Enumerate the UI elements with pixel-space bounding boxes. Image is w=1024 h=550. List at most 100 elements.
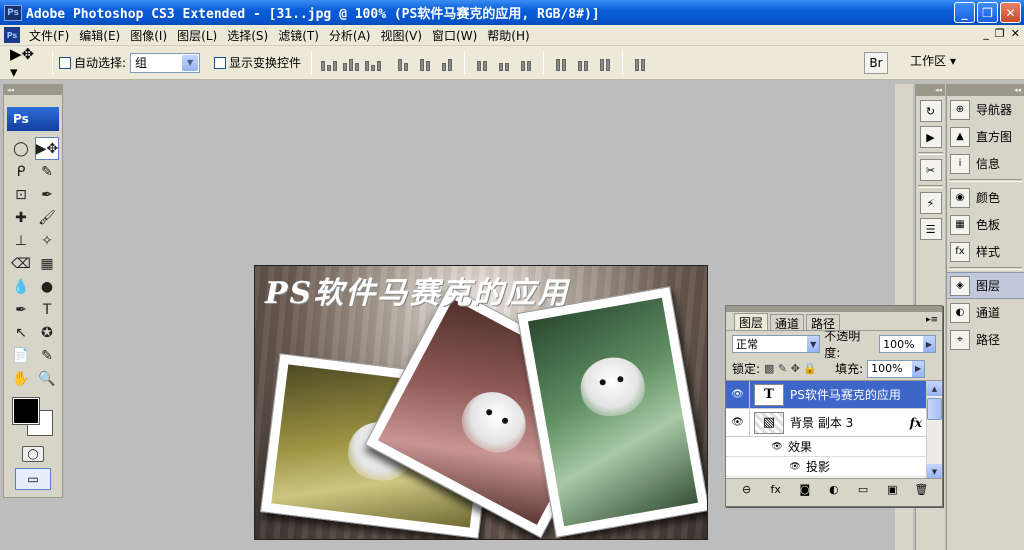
type-tool-icon[interactable]: T bbox=[35, 298, 59, 321]
layers-scrollbar[interactable]: ▲ ▼ bbox=[926, 381, 942, 478]
custom-shape-tool-icon[interactable]: ✪ bbox=[35, 321, 59, 344]
notes-tool-icon[interactable]: 📄 bbox=[9, 344, 33, 367]
lasso-tool-icon[interactable]: ᑭ bbox=[9, 160, 33, 183]
doc-restore-button[interactable]: ❐ bbox=[995, 27, 1005, 40]
align-hcenter-icon[interactable] bbox=[416, 55, 434, 71]
menu-layer[interactable]: 图层(L) bbox=[172, 27, 222, 44]
distribute-top-icon[interactable] bbox=[473, 55, 491, 71]
eraser-tool-icon[interactable]: ⌫ bbox=[9, 252, 33, 275]
align-bottom-icon[interactable] bbox=[364, 55, 382, 71]
screen-mode-icon[interactable]: ▭ bbox=[15, 468, 51, 490]
styles-panel-button[interactable]: fx 样式 bbox=[947, 238, 1024, 265]
scroll-up-icon[interactable]: ▲ bbox=[927, 381, 942, 396]
bridge-icon[interactable]: Br bbox=[864, 52, 888, 74]
zoom-tool-icon[interactable]: 🔍 bbox=[35, 367, 59, 390]
show-transform-option[interactable]: 显示变换控件 bbox=[214, 54, 301, 71]
align-right-icon[interactable] bbox=[438, 55, 456, 71]
tool-preset-picker[interactable]: ▶✥ ▾ bbox=[10, 45, 46, 81]
dodge-tool-icon[interactable]: ● bbox=[35, 275, 59, 298]
dock-collapse[interactable]: ◂◂ bbox=[916, 84, 945, 96]
channels-panel-button[interactable]: ◐ 通道 bbox=[947, 299, 1024, 326]
crop-tool-icon[interactable]: ⊡ bbox=[9, 183, 33, 206]
distribute-bottom-icon[interactable] bbox=[517, 55, 535, 71]
history-panel-icon[interactable]: ↻ bbox=[919, 100, 942, 122]
brush-tool-icon[interactable]: 🖌 bbox=[35, 206, 59, 229]
visibility-eye-icon[interactable]: 👁 bbox=[726, 381, 750, 409]
workspace-button[interactable]: 工作区 ▾ bbox=[910, 52, 956, 69]
layers-panel-button[interactable]: ◈ 图层 bbox=[947, 272, 1024, 299]
eyedropper-tool-icon[interactable]: ✎ bbox=[35, 344, 59, 367]
slice-tool-icon[interactable]: ✒ bbox=[35, 183, 59, 206]
tool-presets-icon[interactable]: ✂ bbox=[919, 159, 942, 181]
actions-panel-icon[interactable]: ▶ bbox=[919, 126, 942, 148]
menu-view[interactable]: 视图(V) bbox=[375, 27, 427, 44]
menu-select[interactable]: 选择(S) bbox=[222, 27, 273, 44]
distribute-vcenter-icon[interactable] bbox=[495, 55, 513, 71]
layer-row-background-copy[interactable]: 👁 ▧ 背景 副本 3 fx bbox=[726, 408, 942, 437]
menu-file[interactable]: 文件(F) bbox=[24, 27, 74, 44]
swatches-panel-button[interactable]: ▦ 色板 bbox=[947, 211, 1024, 238]
close-button[interactable]: ✕ bbox=[1000, 2, 1021, 23]
restore-button[interactable]: ❐ bbox=[977, 2, 998, 23]
new-group-icon[interactable]: ▭ bbox=[855, 483, 871, 496]
chevron-right-icon[interactable]: ▶ bbox=[923, 336, 935, 352]
tab-paths[interactable]: 路径 bbox=[806, 314, 841, 331]
menu-help[interactable]: 帮助(H) bbox=[482, 27, 534, 44]
fill-field[interactable]: 100% ▶ bbox=[867, 359, 926, 378]
foreground-color-swatch[interactable] bbox=[12, 397, 40, 425]
layer-row-text[interactable]: 👁 T PS软件马赛克的应用 bbox=[726, 381, 942, 409]
menu-analysis[interactable]: 分析(A) bbox=[324, 27, 376, 44]
photoshop-logo[interactable]: Ps bbox=[7, 107, 59, 131]
doc-minimize-button[interactable]: _ bbox=[983, 27, 989, 40]
tab-channels[interactable]: 通道 bbox=[770, 314, 805, 331]
visibility-eye-icon[interactable]: 👁 bbox=[770, 442, 784, 452]
hand-tool-icon[interactable]: ✋ bbox=[9, 367, 33, 390]
drop-shadow-row[interactable]: 👁 投影 bbox=[726, 457, 942, 477]
layer-comps-icon[interactable]: ☰ bbox=[919, 218, 942, 240]
navigator-panel-button[interactable]: ⊕ 导航器 bbox=[947, 96, 1024, 123]
move-tool-icon[interactable]: ▶✥ bbox=[35, 137, 59, 160]
healing-brush-tool-icon[interactable]: ✚ bbox=[9, 206, 33, 229]
brushes-panel-icon[interactable]: ⚡ bbox=[919, 192, 942, 214]
blur-tool-icon[interactable]: 💧 bbox=[9, 275, 33, 298]
scroll-down-icon[interactable]: ▼ bbox=[927, 464, 942, 478]
lock-options-icons[interactable]: ▩ ✎ ✥ 🔒 bbox=[764, 362, 817, 375]
tools-panel-collapse[interactable]: ◂◂ bbox=[4, 85, 62, 95]
opacity-field[interactable]: 100% ▶ bbox=[879, 335, 936, 353]
align-top-icon[interactable] bbox=[320, 55, 338, 71]
doc-close-button[interactable]: ✕ bbox=[1011, 27, 1020, 40]
new-layer-icon[interactable]: ▣ bbox=[884, 483, 900, 496]
dock-collapse[interactable]: ◂◂ bbox=[947, 84, 1024, 96]
menu-filter[interactable]: 滤镜(T) bbox=[273, 27, 324, 44]
minimize-button[interactable]: _ bbox=[954, 2, 975, 23]
panel-menu-icon[interactable]: ▸≡ bbox=[926, 315, 938, 325]
scroll-thumb[interactable] bbox=[927, 398, 942, 420]
marquee-tool-icon[interactable]: ◯ bbox=[9, 137, 33, 160]
visibility-eye-icon[interactable]: 👁 bbox=[788, 462, 802, 472]
auto-select-dropdown[interactable]: 组 ▼ bbox=[130, 52, 201, 73]
document-icon[interactable]: Ps bbox=[4, 27, 20, 43]
auto-select-option[interactable]: 自动选择: bbox=[59, 54, 126, 71]
distribute-left-icon[interactable] bbox=[552, 55, 570, 71]
path-selection-tool-icon[interactable]: ↖ bbox=[9, 321, 33, 344]
auto-select-checkbox[interactable] bbox=[59, 56, 71, 69]
chevron-right-icon[interactable]: ▶ bbox=[912, 360, 925, 377]
document-canvas[interactable]: PS软件马赛克的应用 bbox=[254, 265, 708, 540]
magic-wand-tool-icon[interactable]: ✎ bbox=[35, 160, 59, 183]
pen-tool-icon[interactable]: ✒ bbox=[9, 298, 33, 321]
info-panel-button[interactable]: i 信息 bbox=[947, 150, 1024, 177]
trash-icon[interactable]: 🗑 bbox=[913, 483, 929, 496]
distribute-hcenter-icon[interactable] bbox=[574, 55, 592, 71]
add-style-icon[interactable]: fx bbox=[768, 483, 784, 496]
auto-align-icon[interactable] bbox=[631, 55, 649, 71]
gradient-tool-icon[interactable]: ▦ bbox=[35, 252, 59, 275]
color-panel-button[interactable]: ◉ 颜色 bbox=[947, 184, 1024, 211]
menu-window[interactable]: 窗口(W) bbox=[427, 27, 482, 44]
add-mask-icon[interactable]: ◙ bbox=[797, 483, 813, 496]
align-vcenter-icon[interactable] bbox=[342, 55, 360, 71]
paths-panel-button[interactable]: ⌖ 路径 bbox=[947, 326, 1024, 353]
link-layers-icon[interactable]: ⊖ bbox=[739, 483, 755, 496]
show-transform-checkbox[interactable] bbox=[214, 56, 227, 69]
visibility-eye-icon[interactable]: 👁 bbox=[726, 408, 750, 437]
blend-mode-dropdown[interactable]: 正常 ▼ bbox=[732, 335, 821, 353]
